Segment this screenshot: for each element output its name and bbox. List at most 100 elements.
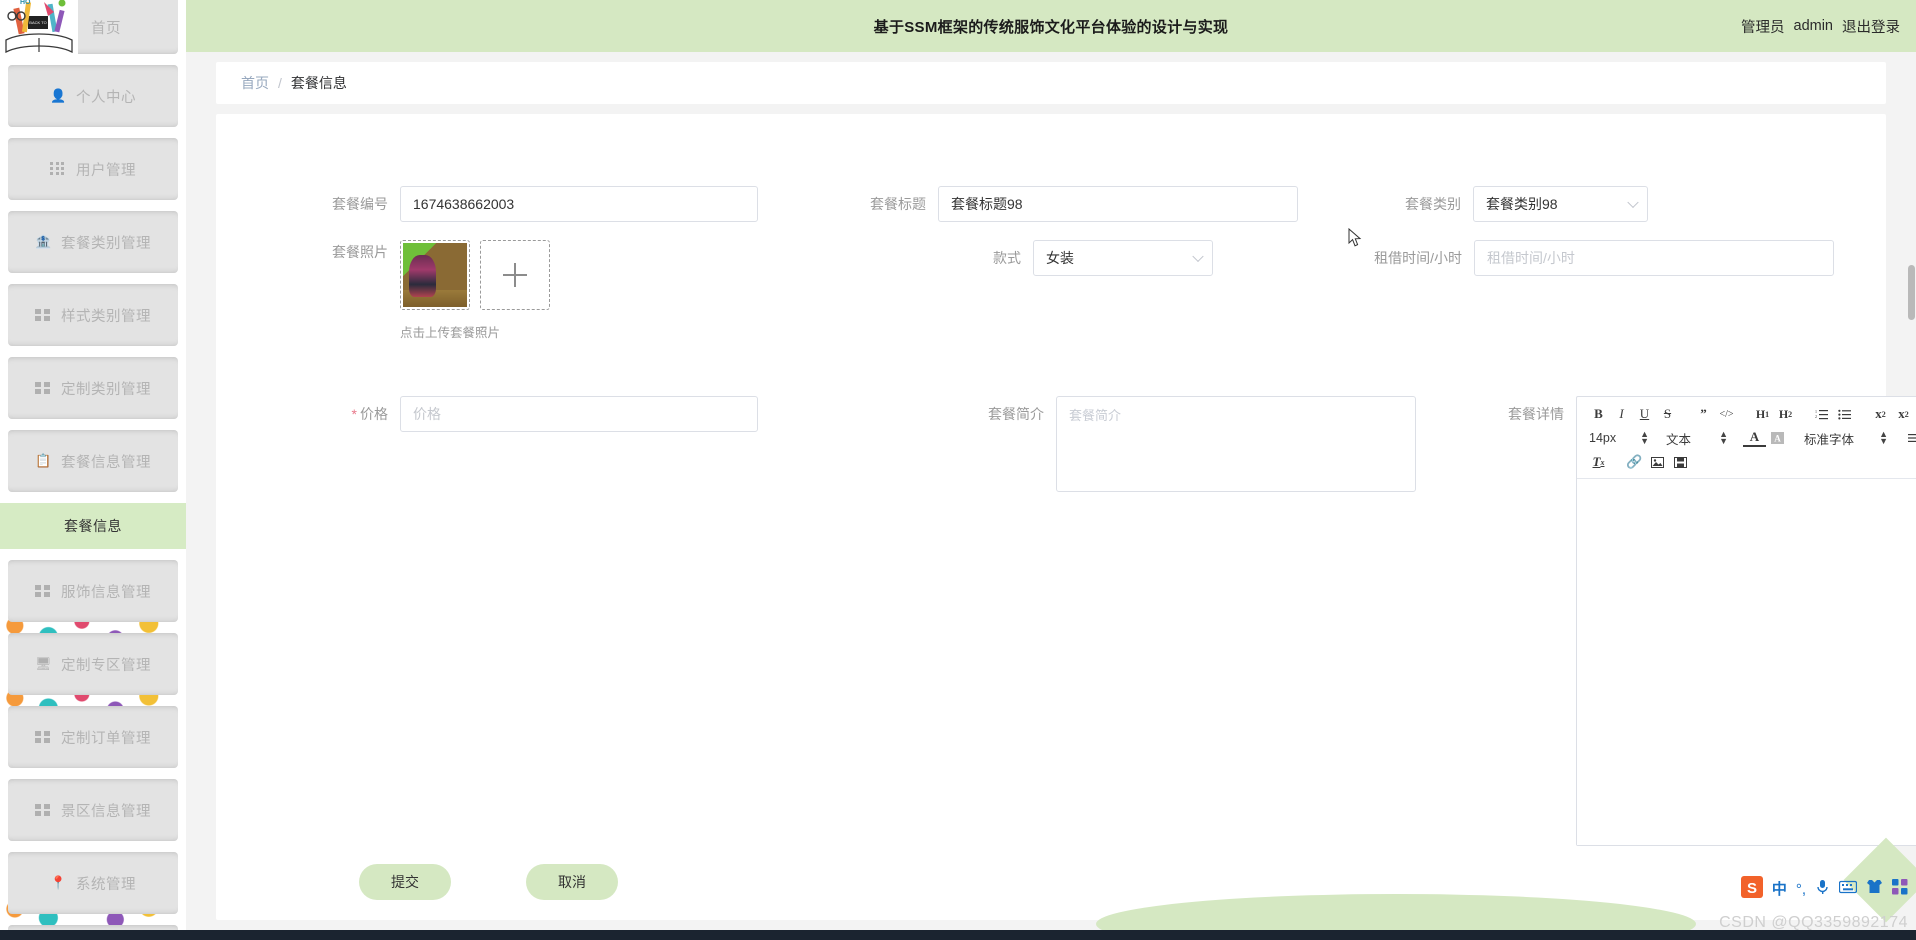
field-package-photo: 套餐照片 点击上传套餐照片: [308, 240, 550, 341]
required-mark: *: [351, 406, 357, 422]
underline-button[interactable]: U: [1633, 404, 1656, 425]
subscript-button[interactable]: x2: [1869, 404, 1892, 425]
bold-button[interactable]: B: [1587, 404, 1610, 425]
sidebar-item-custom-zone-management[interactable]: 🖥 定制专区管理: [8, 633, 178, 695]
sidebar-item-custom-order-management[interactable]: 定制订单管理: [8, 706, 178, 768]
price-input[interactable]: [400, 396, 758, 432]
sidebar-item-label: 定制专区管理: [61, 657, 151, 674]
username-label: admin: [1793, 18, 1834, 34]
heading-2-button[interactable]: H2: [1774, 404, 1797, 425]
text-color-icon[interactable]: A: [1743, 429, 1766, 447]
photo-upload-row: [400, 240, 550, 310]
font-family-select[interactable]: 标准字体 ▲ ▼: [1802, 428, 1890, 448]
sidebar-item-scenic-info-management[interactable]: 景区信息管理: [8, 779, 178, 841]
field-label: 套餐类别: [1405, 196, 1461, 212]
font-size-value: 14px: [1589, 431, 1617, 445]
blockquote-button[interactable]: ”: [1692, 404, 1715, 425]
editor-toolbar-row-2: 14px ▲ ▼ 文本 ▲ ▼ A A 标准字体 ▲ ▼: [1587, 427, 1916, 449]
text-style-select[interactable]: 文本 ▲ ▼: [1664, 428, 1730, 448]
field-package-code: 套餐编号: [308, 186, 758, 222]
page-scrollbar-track[interactable]: [1907, 52, 1916, 940]
sidebar-item-label: 套餐类别管理: [61, 235, 151, 252]
sidebar-item-package-info-management[interactable]: 📋 套餐信息管理: [8, 430, 178, 492]
sidebar-item-clothing-info-management[interactable]: 服饰信息管理: [8, 560, 178, 622]
sidebar-item-label: 定制类别管理: [61, 381, 151, 398]
sidebar-item-custom-category-management[interactable]: 定制类别管理: [8, 357, 178, 419]
svg-text:HO: HO: [20, 0, 31, 6]
editor-content-area[interactable]: [1577, 479, 1916, 845]
field-label: 租借时间/小时: [1374, 250, 1462, 266]
package-intro-textarea[interactable]: [1056, 396, 1416, 492]
style-select[interactable]: 女装: [1033, 240, 1213, 276]
package-category-value: 套餐类别98: [1486, 196, 1558, 212]
updown-icon: ▲ ▼: [1640, 429, 1649, 446]
video-icon[interactable]: [1669, 452, 1692, 473]
image-icon[interactable]: [1646, 452, 1669, 473]
clipboard-icon: 📋: [35, 453, 52, 468]
content-area: 首页 / 套餐信息 套餐编号 套餐标题 套餐类别 套餐类别98: [186, 52, 1916, 940]
field-label: 套餐照片: [332, 244, 388, 260]
sidebar-item-label: 系统管理: [76, 876, 136, 893]
highlight-icon[interactable]: A: [1766, 428, 1789, 449]
microphone-icon[interactable]: [1815, 879, 1830, 900]
editor-toolbar: B I U S ” </> H1 H2 12 x 2 x 2 14px ▲ ▼ …: [1577, 397, 1916, 479]
breadcrumb-home[interactable]: 首页: [241, 73, 269, 93]
sidebar-item-package-category-management[interactable]: 🏦 套餐类别管理: [8, 211, 178, 273]
submit-button[interactable]: 提交: [359, 864, 451, 900]
svg-text:A: A: [1774, 434, 1781, 444]
keyboard-icon[interactable]: [1838, 880, 1858, 899]
os-taskbar: [0, 930, 1916, 940]
strikethrough-button[interactable]: S: [1656, 404, 1679, 425]
sidebar-item-label: 用户管理: [76, 162, 136, 179]
chevron-down-icon: [1627, 196, 1639, 209]
field-package-intro: 套餐简介: [964, 396, 1416, 492]
editor-toolbar-row-1: B I U S ” </> H1 H2 12 x 2 x 2: [1587, 403, 1916, 425]
skin-icon[interactable]: [1866, 879, 1883, 899]
book-collage-logo: BACK TO HO: [0, 0, 78, 56]
svg-text:BACK TO: BACK TO: [29, 20, 46, 25]
field-label: 套餐详情: [1508, 406, 1564, 422]
grid-icon: [35, 730, 52, 744]
add-photo-button[interactable]: [480, 240, 550, 310]
font-size-select[interactable]: 14px ▲ ▼: [1587, 428, 1651, 448]
package-category-select[interactable]: 套餐类别98: [1473, 186, 1648, 222]
sidebar-item-personal-center[interactable]: 👤 个人中心: [8, 65, 178, 127]
font-family-value: 标准字体: [1804, 432, 1855, 447]
logout-link[interactable]: 退出登录: [1842, 16, 1900, 37]
rent-hours-input[interactable]: [1474, 240, 1834, 276]
sogou-logo[interactable]: S: [1740, 875, 1763, 903]
bank-icon: 🏦: [35, 234, 52, 249]
field-label: 款式: [993, 250, 1021, 266]
field-package-title: 套餐标题: [846, 186, 1298, 222]
photo-thumbnail[interactable]: [400, 240, 470, 310]
mouse-cursor: [1348, 227, 1362, 248]
breadcrumb: 首页 / 套餐信息: [216, 62, 1886, 104]
link-icon[interactable]: 🔗: [1623, 452, 1646, 473]
sidebar-nav: ⌂ 首页 👤 个人中心 用户管理 🏦 套餐类别管理 样式类别管理 定制类别管理 …: [0, 0, 186, 940]
editor-toolbar-row-3: Tx 🔗: [1587, 451, 1916, 473]
page-scrollbar-thumb[interactable]: [1908, 265, 1915, 320]
sidebar-item-package-info[interactable]: 套餐信息: [0, 503, 186, 549]
sidebar-item-label: 样式类别管理: [61, 308, 151, 325]
package-title-input[interactable]: [938, 186, 1298, 222]
unordered-list-button[interactable]: [1833, 404, 1856, 425]
sidebar-item-system-management[interactable]: 📍 系统管理: [8, 852, 178, 914]
user-icon: 👤: [50, 88, 67, 103]
heading-1-button[interactable]: H1: [1751, 404, 1774, 425]
package-code-input[interactable]: [400, 186, 758, 222]
field-label: * 价格: [308, 396, 400, 432]
sidebar-item-style-category-management[interactable]: 样式类别管理: [8, 284, 178, 346]
ordered-list-button[interactable]: 12: [1810, 404, 1833, 425]
italic-button[interactable]: I: [1610, 404, 1633, 425]
cancel-button[interactable]: 取消: [526, 864, 618, 900]
sidebar-item-user-management[interactable]: 用户管理: [8, 138, 178, 200]
field-style: 款式 女装: [973, 240, 1213, 276]
punctuation-icon[interactable]: °,: [1796, 882, 1806, 897]
sidebar-item-label: 套餐信息: [64, 518, 122, 534]
clear-format-button[interactable]: Tx: [1587, 452, 1610, 473]
application-root: ⌂ 首页 👤 个人中心 用户管理 🏦 套餐类别管理 样式类别管理 定制类别管理 …: [0, 0, 1916, 940]
language-toggle-icon[interactable]: 中: [1772, 882, 1787, 897]
code-button[interactable]: </>: [1715, 404, 1738, 425]
toolbox-icon[interactable]: [1892, 878, 1908, 900]
text-style-value: 文本: [1666, 432, 1692, 447]
